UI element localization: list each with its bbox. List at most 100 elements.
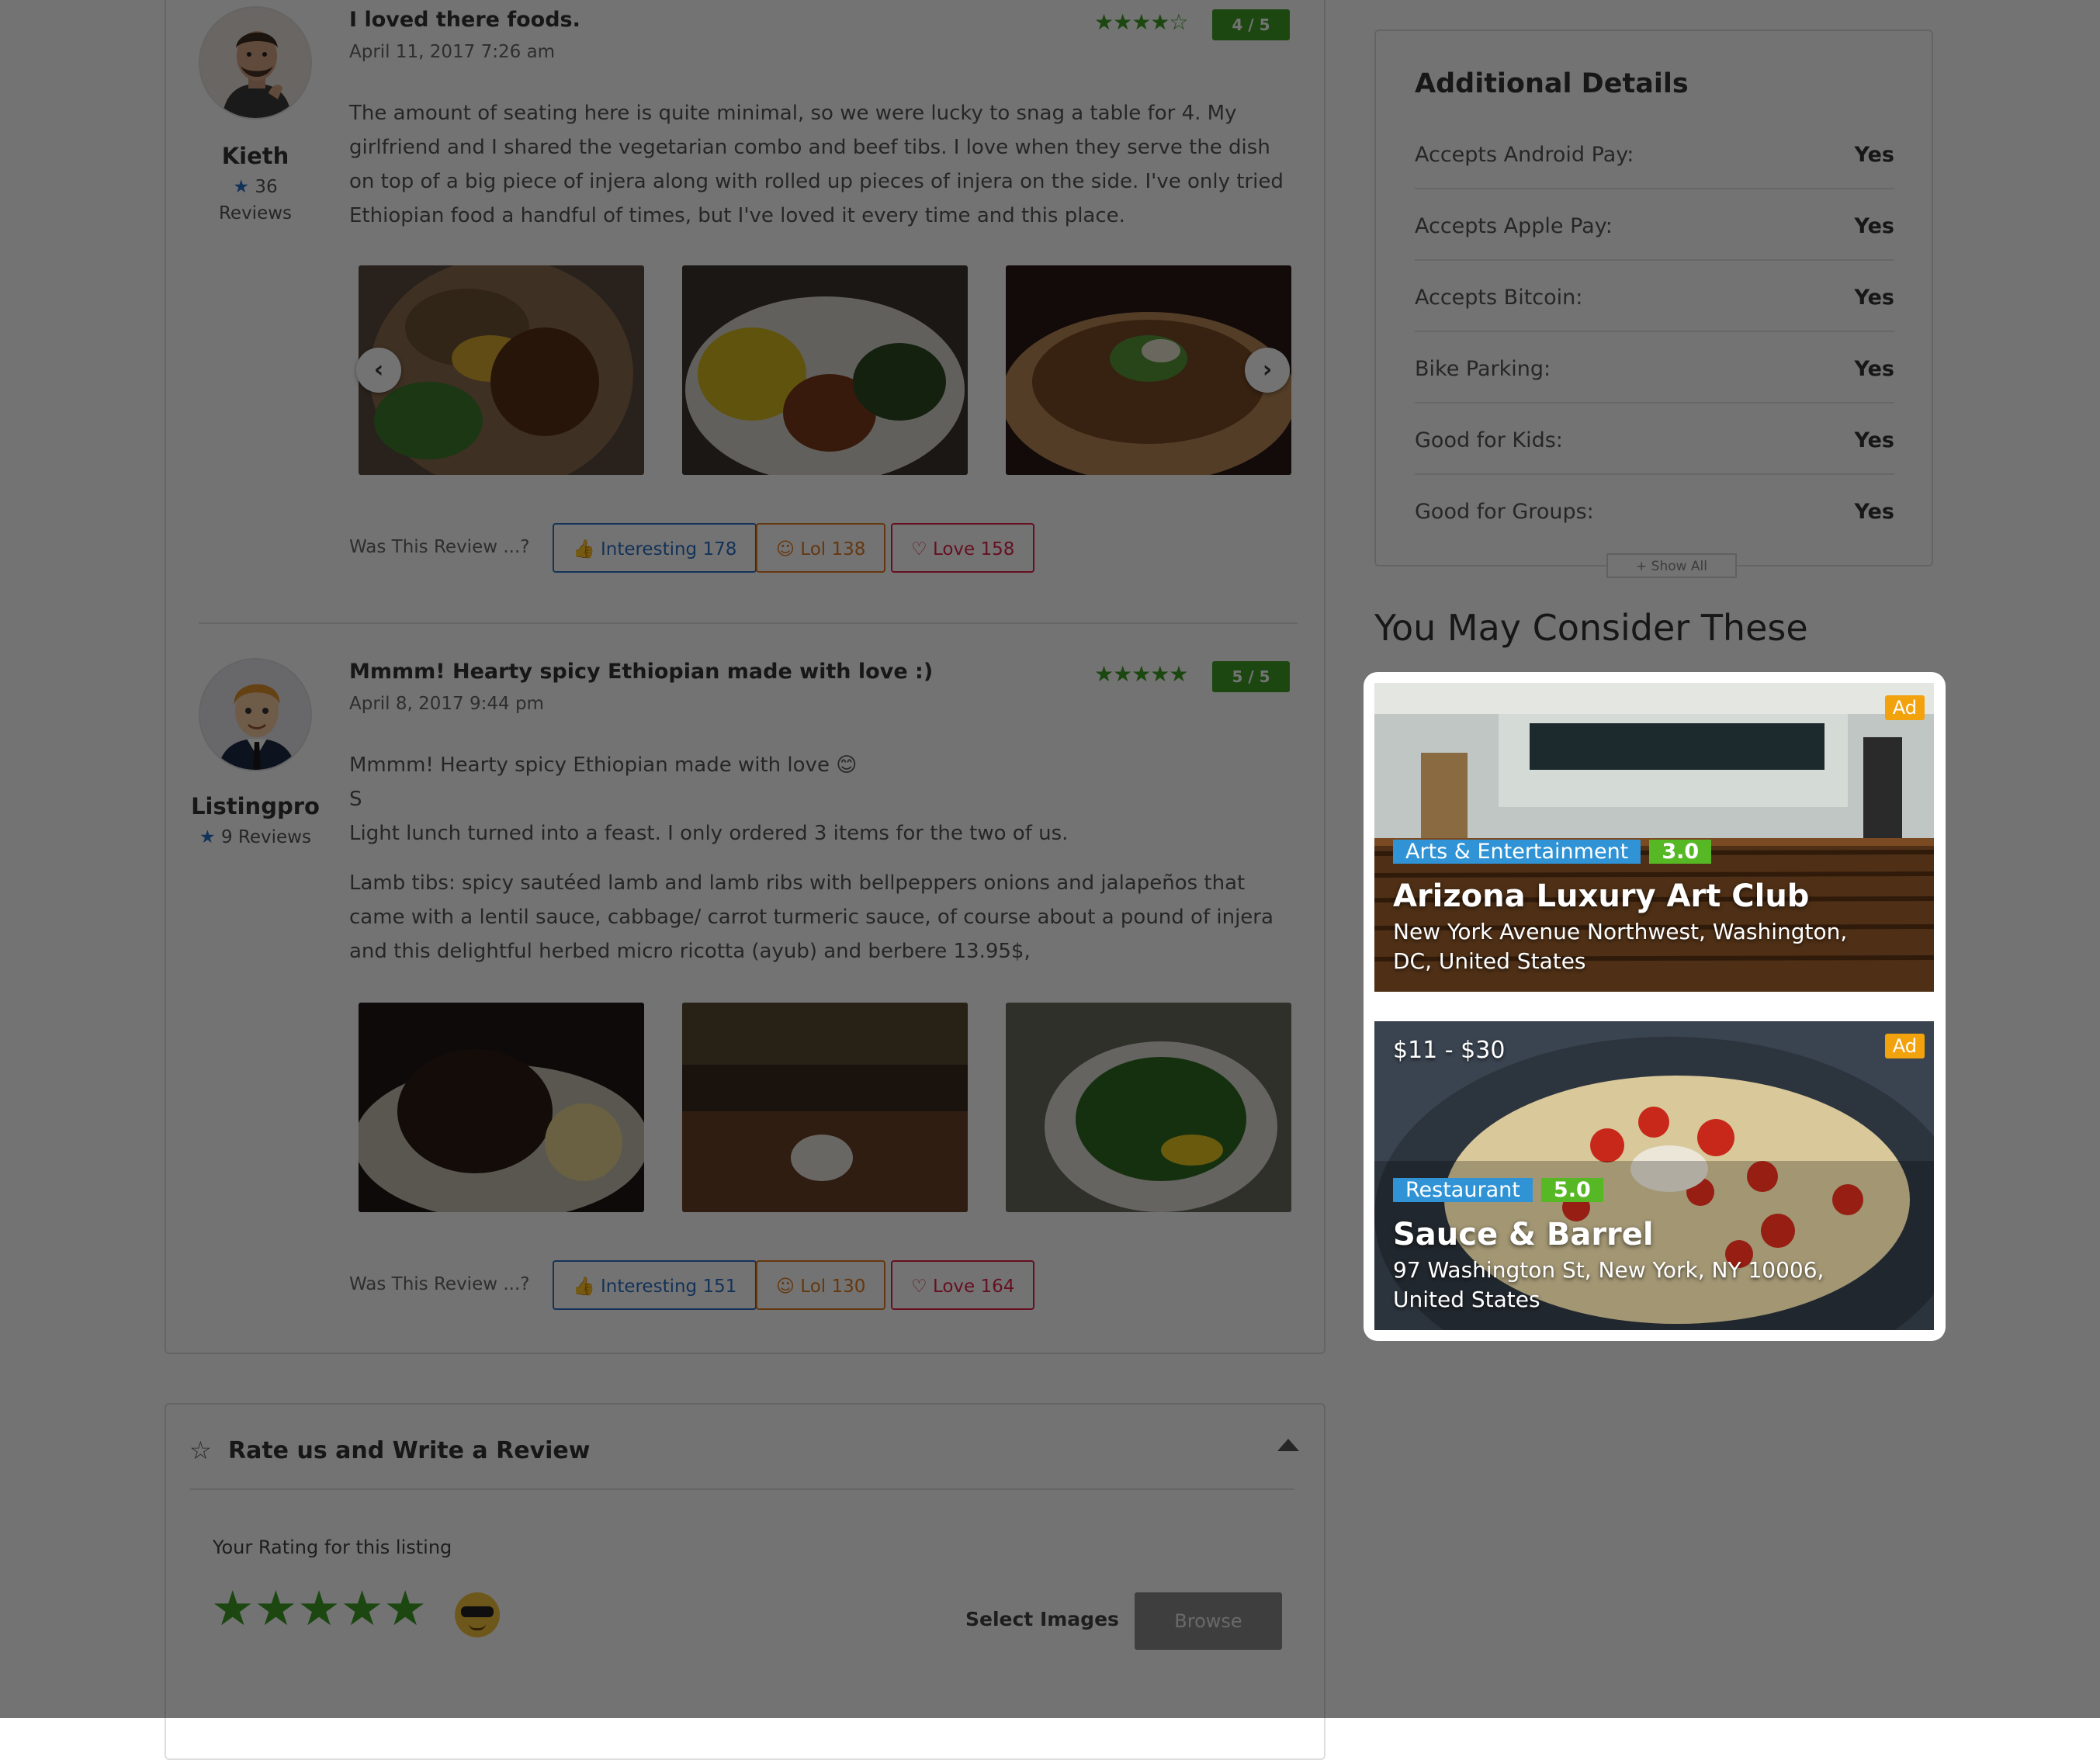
details-title: Additional Details [1415, 68, 1689, 99]
star-icon[interactable]: ★ [341, 1580, 384, 1637]
review-paragraph: Mmmm! Hearty spicy Ethiopian made with l… [349, 754, 858, 777]
smiley-icon: ☺ [776, 539, 795, 560]
ad-card[interactable]: $11 - $30 Ad Restaurant 5.0 Sauce & Barr… [1374, 1021, 1934, 1330]
category-tag[interactable]: Restaurant [1393, 1178, 1533, 1202]
avatar[interactable] [199, 658, 312, 771]
heart-icon: ♡ [911, 539, 927, 560]
review-photo[interactable] [359, 1003, 644, 1212]
love-label: Love 158 [932, 539, 1015, 560]
score-tag: 3.0 [1649, 840, 1712, 864]
star-icon: ★ [199, 827, 216, 847]
review-photo[interactable] [359, 265, 644, 475]
review-title: Mmmm! Hearty spicy Ethiopian made with l… [349, 660, 934, 684]
lol-button[interactable]: ☺ Lol 138 [756, 523, 886, 573]
reviews-label: Reviews [237, 827, 311, 847]
rating-input[interactable]: ★★★★★ [211, 1585, 427, 1633]
detail-row: Accepts Apple Pay: Yes [1415, 189, 1894, 261]
author-name[interactable]: Listingpro [170, 793, 341, 819]
detail-label: Accepts Android Pay: [1415, 143, 1634, 167]
love-label: Love 164 [932, 1277, 1015, 1297]
detail-value: Yes [1854, 286, 1894, 310]
ad-tags: Arts & Entertainment 3.0 [1393, 833, 1712, 871]
ad-badge: Ad [1884, 695, 1925, 720]
carousel-prev-button[interactable]: ‹ [356, 348, 401, 393]
reviews-label: Reviews [218, 203, 293, 223]
chevron-up-icon[interactable] [1277, 1439, 1299, 1451]
detail-row: Good for Groups: Yes [1415, 475, 1894, 546]
lol-label: Lol 138 [800, 539, 866, 560]
love-button[interactable]: ♡ Love 158 [891, 523, 1035, 573]
interesting-label: Interesting 151 [600, 1277, 737, 1297]
write-review-title[interactable]: Rate us and Write a Review [228, 1437, 590, 1464]
browse-button[interactable]: Browse [1135, 1592, 1282, 1650]
consider-title: You May Consider These [1374, 607, 1808, 649]
additional-details-card: Additional Details Accepts Android Pay: … [1374, 29, 1933, 566]
rating-badge: 5 / 5 [1212, 661, 1290, 692]
thumbs-up-icon: 👍 [573, 1277, 595, 1297]
ad-name[interactable]: Arizona Luxury Art Club [1393, 878, 1809, 914]
interesting-label: Interesting 178 [600, 539, 737, 560]
detail-row: Accepts Android Pay: Yes [1415, 118, 1894, 189]
ad-name[interactable]: Sauce & Barrel [1393, 1217, 1654, 1252]
interesting-button[interactable]: 👍 Interesting 178 [553, 523, 757, 573]
detail-value: Yes [1854, 143, 1894, 167]
review-paragraph: Light lunch turned into a feast. I only … [349, 822, 1069, 845]
rating-stars: ★★★★☆ [1094, 9, 1189, 35]
detail-row: Good for Kids: Yes [1415, 404, 1894, 475]
thumbs-up-icon: 👍 [573, 539, 595, 560]
lol-label: Lol 130 [800, 1277, 866, 1297]
detail-value: Yes [1854, 357, 1894, 381]
heart-icon: ♡ [911, 1277, 927, 1297]
was-this-review-label: Was This Review ...? [349, 1274, 530, 1294]
review-paragraph: Lamb tibs: spicy sautéed lamb and lamb r… [349, 871, 1274, 963]
review-body: Mmmm! Hearty spicy Ethiopian made with l… [349, 748, 1288, 968]
author-review-count: ★ 36 Reviews [170, 174, 341, 227]
ad-card[interactable]: Ad Arts & Entertainment 3.0 Arizona Luxu… [1374, 683, 1934, 992]
rating-label: Your Rating for this listing [213, 1537, 452, 1558]
review-photo[interactable] [682, 265, 968, 475]
love-button[interactable]: ♡ Love 164 [891, 1260, 1035, 1310]
chevron-right-icon: › [1262, 356, 1273, 383]
review-item: Kieth ★ 36 Reviews I loved there foods. … [166, 2, 1327, 615]
review-item: Listingpro ★ 9 Reviews Mmmm! Hearty spic… [166, 653, 1327, 1352]
category-tag[interactable]: Arts & Entertainment [1393, 840, 1641, 864]
star-icon[interactable]: ★ [297, 1580, 341, 1637]
detail-value: Yes [1854, 500, 1894, 524]
review-photo[interactable] [1006, 1003, 1291, 1212]
review-count: 9 [220, 827, 233, 847]
interesting-button[interactable]: 👍 Interesting 151 [553, 1260, 757, 1310]
review-photo[interactable] [682, 1003, 968, 1212]
rating-badge: 4 / 5 [1212, 9, 1290, 40]
star-icon[interactable]: ★ [255, 1580, 298, 1637]
star-icon[interactable]: ★ [211, 1580, 255, 1637]
detail-value: Yes [1854, 428, 1894, 452]
review-paragraph: S [349, 788, 362, 811]
review-count: 36 [255, 177, 278, 197]
detail-row: Bike Parking: Yes [1415, 332, 1894, 404]
ad-tags: Restaurant 5.0 [1393, 1172, 1603, 1209]
star-icon[interactable]: ★ [383, 1580, 427, 1637]
was-this-review-label: Was This Review ...? [349, 537, 530, 557]
show-all-button[interactable]: + Show All [1606, 553, 1737, 578]
avatar[interactable] [199, 6, 312, 120]
detail-label: Accepts Bitcoin: [1415, 286, 1583, 310]
author-review-count: ★ 9 Reviews [170, 824, 341, 851]
write-review-card: ☆ Rate us and Write a Review Your Rating… [165, 1403, 1325, 1760]
review-divider [199, 622, 1298, 624]
rating-stars: ★★★★★ [1094, 661, 1189, 687]
detail-label: Good for Groups: [1415, 500, 1594, 524]
review-body: The amount of seating here is quite mini… [349, 96, 1288, 233]
chevron-left-icon: ‹ [373, 356, 384, 383]
review-paragraph: The amount of seating here is quite mini… [349, 102, 1284, 227]
section-divider [189, 1488, 1294, 1490]
smiley-icon: ☺ [776, 1277, 795, 1297]
ad-address: 97 Washington St, New York, NY 10006, Un… [1393, 1257, 1825, 1312]
ad-badge: Ad [1884, 1034, 1925, 1058]
detail-label: Bike Parking: [1415, 357, 1551, 381]
lol-button[interactable]: ☺ Lol 130 [756, 1260, 886, 1310]
carousel-next-button[interactable]: › [1245, 348, 1290, 393]
ad-address: New York Avenue Northwest, Washington, D… [1393, 919, 1848, 974]
author-name[interactable]: Kieth [170, 143, 341, 169]
detail-label: Good for Kids: [1415, 428, 1563, 452]
price-range: $11 - $30 [1393, 1037, 1506, 1064]
